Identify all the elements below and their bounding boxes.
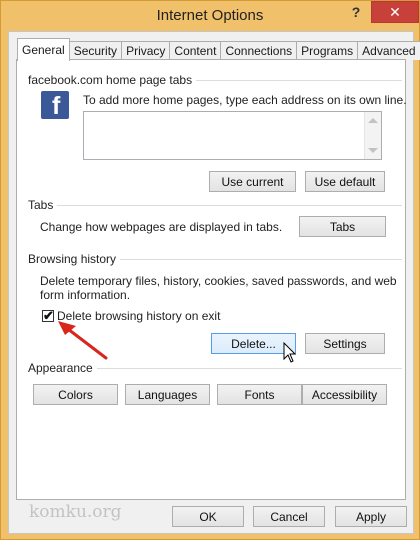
tab-programs[interactable]: Programs bbox=[296, 41, 359, 60]
facebook-icon-letter: f bbox=[52, 92, 61, 120]
help-button[interactable]: ? bbox=[346, 4, 366, 26]
textarea-scrollbar[interactable] bbox=[364, 112, 381, 159]
tab-connections[interactable]: Connections bbox=[220, 41, 298, 60]
home-page-group-title: facebook.com home page tabs bbox=[28, 73, 197, 87]
tabs-settings-button[interactable]: Tabs bbox=[299, 216, 386, 237]
facebook-icon: f bbox=[41, 91, 69, 120]
browsing-history-description-line2: form information. bbox=[40, 288, 131, 302]
use-current-button[interactable]: Use current bbox=[209, 171, 296, 192]
accessibility-button[interactable]: Accessibility bbox=[302, 384, 387, 405]
tab-security[interactable]: Security bbox=[68, 41, 123, 60]
tab-strip: General Security Privacy Content Connect… bbox=[17, 38, 420, 61]
close-button[interactable]: ✕ bbox=[371, 1, 419, 23]
tabs-group-line bbox=[29, 205, 402, 206]
delete-history-on-exit-checkbox[interactable]: ✔ bbox=[42, 308, 54, 323]
checkmark-icon: ✔ bbox=[43, 308, 54, 323]
browsing-history-group-title: Browsing history bbox=[28, 252, 121, 266]
use-default-button[interactable]: Use default bbox=[305, 171, 385, 192]
annotation-arrow-icon bbox=[58, 321, 108, 360]
tab-advanced[interactable]: Advanced bbox=[357, 41, 420, 60]
cancel-button[interactable]: Cancel bbox=[253, 506, 325, 527]
colors-button[interactable]: Colors bbox=[33, 384, 118, 405]
title-bar: Internet Options ? ✕ bbox=[1, 1, 419, 31]
history-settings-button[interactable]: Settings bbox=[305, 333, 385, 354]
mouse-cursor-icon bbox=[283, 342, 297, 363]
tab-content[interactable]: Content bbox=[169, 41, 222, 60]
internet-options-window: Internet Options ? ✕ General Security Pr… bbox=[0, 0, 420, 540]
watermark-text: komku.org bbox=[29, 502, 122, 522]
scroll-down-arrow-icon[interactable] bbox=[368, 148, 378, 153]
home-page-instruction: To add more home pages, type each addres… bbox=[83, 93, 407, 107]
apply-button[interactable]: Apply bbox=[335, 506, 407, 527]
tabs-group-title: Tabs bbox=[28, 198, 58, 212]
browsing-history-description-line1: Delete temporary files, history, cookies… bbox=[40, 274, 397, 288]
tab-privacy[interactable]: Privacy bbox=[121, 41, 171, 60]
tab-general[interactable]: General bbox=[17, 38, 70, 61]
dialog-client-area: General Security Privacy Content Connect… bbox=[8, 31, 420, 534]
fonts-button[interactable]: Fonts bbox=[217, 384, 302, 405]
home-pages-textarea[interactable] bbox=[83, 111, 382, 160]
scroll-up-arrow-icon[interactable] bbox=[368, 118, 378, 123]
languages-button[interactable]: Languages bbox=[125, 384, 210, 405]
ok-button[interactable]: OK bbox=[172, 506, 244, 527]
tabs-description: Change how webpages are displayed in tab… bbox=[40, 220, 283, 234]
